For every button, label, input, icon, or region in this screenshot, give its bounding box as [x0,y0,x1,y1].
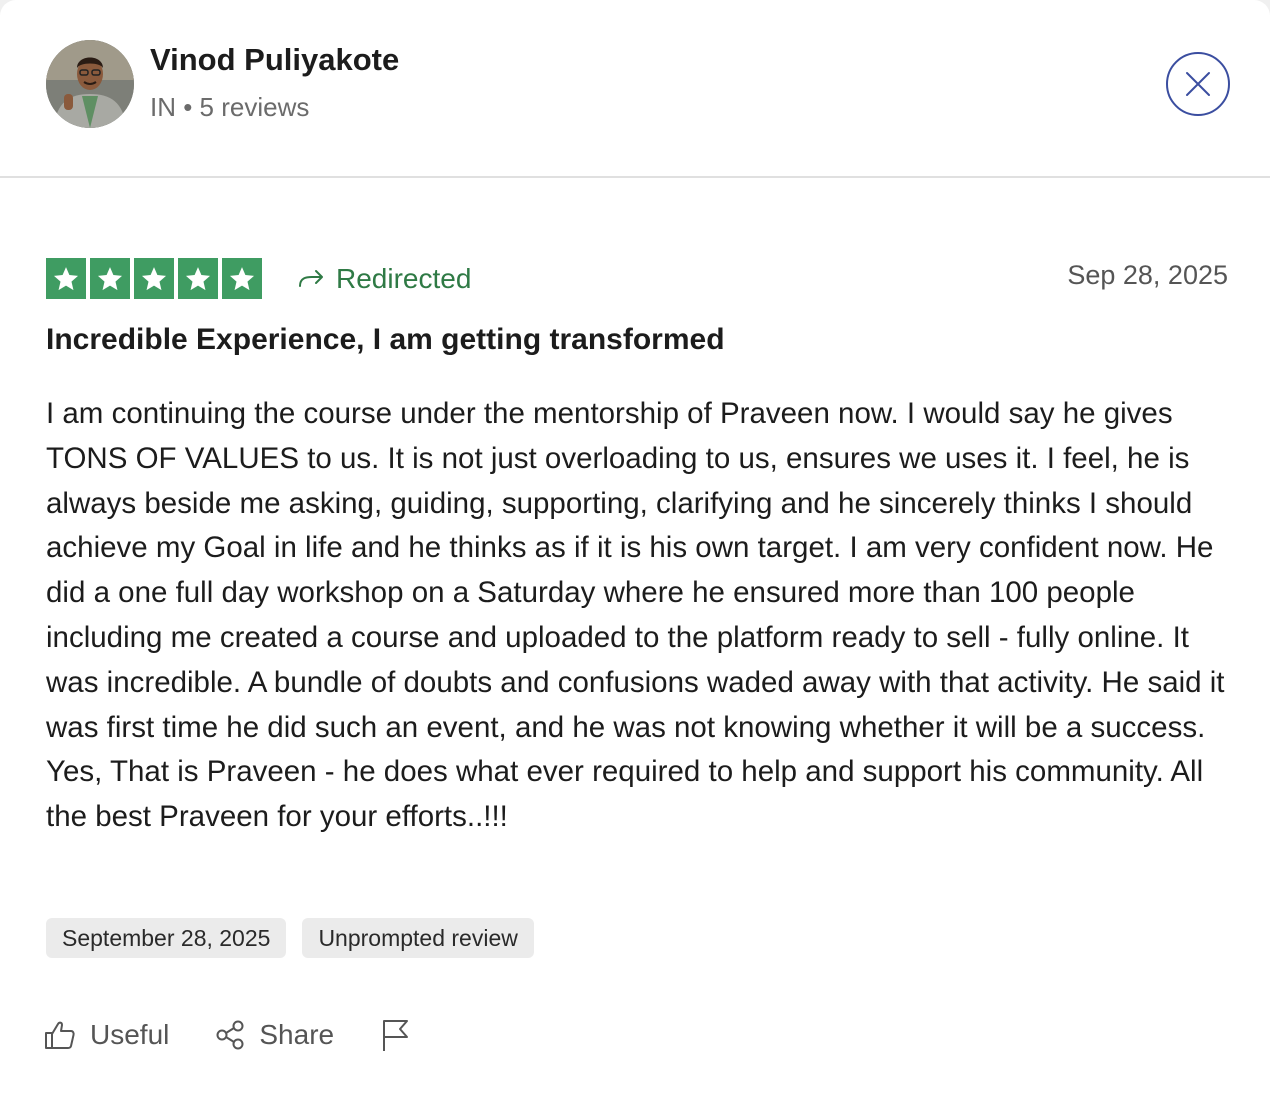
useful-label: Useful [90,1019,170,1050]
close-icon [1186,72,1210,96]
star-2 [90,258,130,299]
star-3 [134,258,174,299]
redirected-label: Redirected [296,258,471,299]
star-icon [229,266,255,290]
review-actions: Useful Share [44,1018,410,1052]
star-1 [46,258,86,299]
useful-button[interactable]: Useful [44,1019,169,1051]
star-4 [178,258,218,299]
review-body: I am continuing the course under the men… [46,397,1225,834]
redirected-text: Redirected [336,262,472,294]
thumbs-up-icon [45,1021,75,1049]
flag-button[interactable] [380,1018,410,1052]
star-icon [97,266,123,290]
flag-icon [383,1020,409,1051]
review-modal: Vinod Puliyakote IN • 5 reviews Redirect… [0,0,1270,1094]
reviewer-meta: IN • 5 reviews [150,92,310,122]
star-5 [222,258,262,299]
reviewer-name: Vinod Puliyakote [150,42,400,77]
star-icon [141,266,167,290]
avatar [46,40,134,128]
share-label: Share [259,1019,335,1050]
reviewer-header: Vinod Puliyakote IN • 5 reviews [0,0,1270,178]
unprompted-review-tag: Unprompted review [302,918,534,958]
star-icon [185,266,211,290]
share-icon [216,1020,244,1050]
star-icon [53,266,79,290]
share-button[interactable]: Share [215,1019,334,1051]
review-tags: September 28, 2025 Unprompted review [46,918,534,958]
experience-date-tag: September 28, 2025 [46,918,287,958]
redirect-arrow-icon [299,269,323,287]
review-title: Incredible Experience, I am getting tran… [46,323,725,356]
review-date: Sep 28, 2025 [1067,260,1228,290]
close-button[interactable] [1166,52,1230,116]
star-rating [46,258,262,299]
